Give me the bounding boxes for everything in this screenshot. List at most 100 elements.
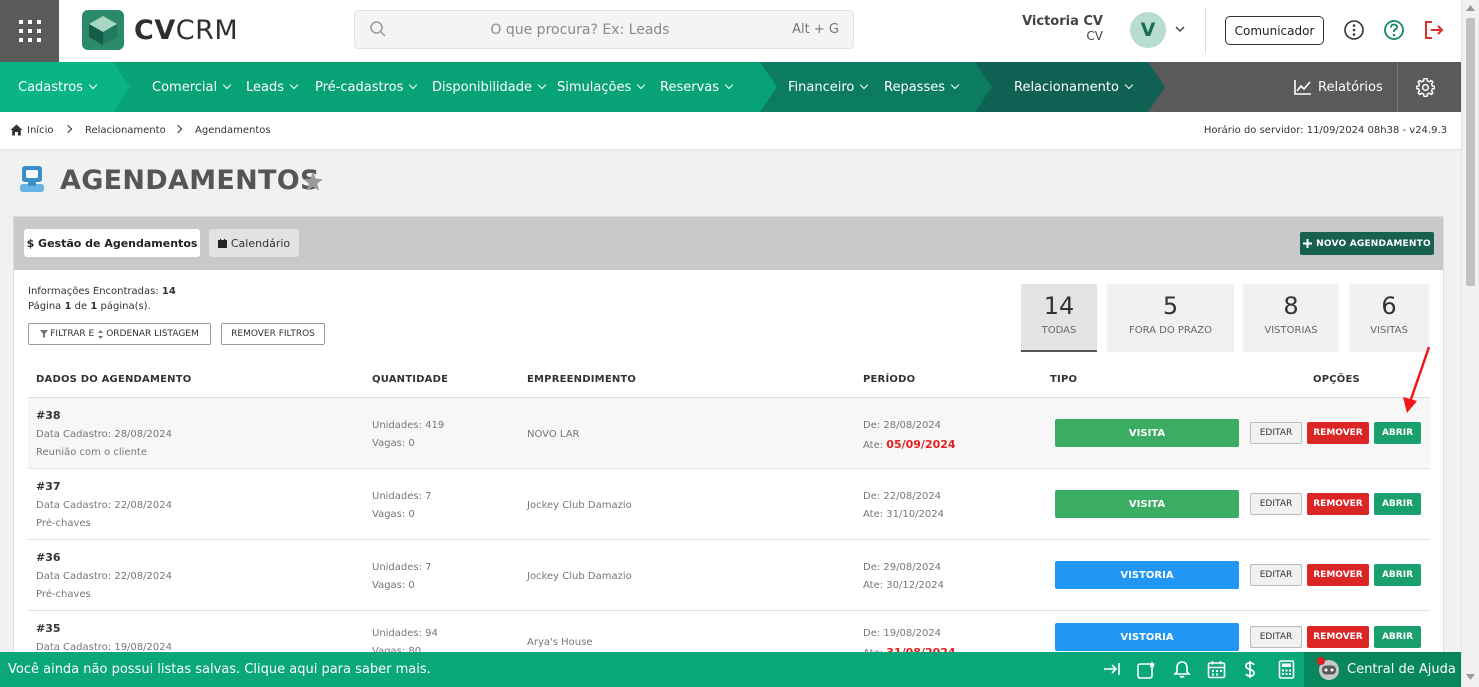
star-list-icon[interactable] bbox=[1137, 660, 1157, 680]
apps-grid-button[interactable] bbox=[0, 0, 59, 62]
open-button[interactable]: ABRIR bbox=[1374, 493, 1421, 515]
open-button[interactable]: ABRIR bbox=[1374, 564, 1421, 586]
user-role: CV bbox=[1086, 29, 1103, 43]
col-header-tipo: TIPO bbox=[1050, 374, 1078, 385]
main-nav: Cadastros Comercial Leads Pré-cadastros … bbox=[0, 62, 1461, 112]
remove-button[interactable]: REMOVER bbox=[1307, 493, 1369, 515]
unidades: Unidades: 7 bbox=[372, 562, 432, 573]
nav-relacionamento[interactable]: Relacionamento bbox=[1014, 62, 1134, 112]
nav-financeiro[interactable]: Financeiro bbox=[788, 62, 869, 112]
tab-calendario[interactable]: Calendário bbox=[209, 229, 299, 257]
periodo-ate-date: 30/12/2024 bbox=[886, 580, 944, 591]
scroll-down-icon[interactable] bbox=[1466, 674, 1475, 680]
pagination-info: Página 1 de 1 página(s). bbox=[28, 301, 151, 312]
breadcrumb: Início Relacionamento Agendamentos Horár… bbox=[0, 112, 1461, 150]
calculator-icon[interactable] bbox=[1278, 660, 1295, 679]
scroll-up-icon[interactable] bbox=[1466, 5, 1475, 11]
periodo-de: De: 29/08/2024 bbox=[863, 562, 942, 573]
search-box[interactable]: Alt + G bbox=[354, 10, 854, 49]
remove-button[interactable]: REMOVER bbox=[1307, 626, 1369, 648]
nav-simulacoes[interactable]: Simulações bbox=[557, 62, 646, 112]
chevron-down-icon[interactable] bbox=[1174, 24, 1186, 34]
more-options-icon[interactable] bbox=[1343, 19, 1365, 41]
stat-value: 5 bbox=[1162, 292, 1179, 320]
nav-cadastros[interactable]: Cadastros bbox=[18, 62, 98, 112]
scrollbar-thumb[interactable] bbox=[1466, 18, 1475, 286]
top-header: CVCRM Alt + G Victoria CV CV V Comunicad… bbox=[0, 0, 1461, 62]
page-title: AGENDAMENTOS bbox=[60, 165, 320, 196]
stat-value: 6 bbox=[1381, 292, 1397, 320]
stat-label: VISTORIAS bbox=[1264, 325, 1318, 336]
filter-icon bbox=[40, 330, 49, 338]
breadcrumb-home[interactable]: Início bbox=[27, 125, 53, 136]
nav-divider bbox=[1397, 62, 1398, 112]
vagas: Vagas: 0 bbox=[372, 509, 415, 520]
logo-text: CVCRM bbox=[134, 14, 239, 46]
stat-value: 8 bbox=[1283, 292, 1299, 320]
results-count: Informações Encontradas: 14 bbox=[28, 286, 176, 297]
remove-filters-button[interactable]: REMOVER FILTROS bbox=[221, 323, 325, 345]
collapse-icon[interactable] bbox=[1102, 660, 1122, 678]
open-button[interactable]: ABRIR bbox=[1374, 626, 1421, 648]
favorite-star-icon[interactable] bbox=[302, 171, 324, 192]
search-input[interactable] bbox=[395, 11, 765, 48]
gear-icon[interactable] bbox=[1416, 78, 1435, 97]
edit-button[interactable]: EDITAR bbox=[1250, 422, 1302, 444]
annotation-arrow-icon bbox=[1403, 346, 1431, 413]
page-scrollbar[interactable] bbox=[1461, 0, 1479, 687]
avatar[interactable]: V bbox=[1130, 12, 1166, 48]
stat-todas[interactable]: 14 TODAS bbox=[1021, 284, 1097, 352]
help-icon[interactable] bbox=[1383, 19, 1405, 41]
agendamento-id[interactable]: #38 bbox=[36, 409, 61, 422]
logo[interactable]: CVCRM bbox=[82, 10, 238, 50]
stat-fora-do-prazo[interactable]: 5 FORA DO PRAZO bbox=[1107, 284, 1234, 352]
logo-mark-icon bbox=[82, 10, 124, 50]
nav-pre-cadastros[interactable]: Pré-cadastros bbox=[315, 62, 418, 112]
stat-visitas[interactable]: 6 VISITAS bbox=[1349, 284, 1429, 352]
data-cadastro: Data Cadastro: 22/08/2024 bbox=[36, 500, 172, 511]
nav-relatorios[interactable]: Relatórios bbox=[1294, 62, 1383, 112]
nav-reservas[interactable]: Reservas bbox=[660, 62, 734, 112]
stat-label: FORA DO PRAZO bbox=[1128, 325, 1213, 336]
saved-lists-message[interactable]: Você ainda não possui listas salvas. Cli… bbox=[8, 662, 431, 677]
edit-button[interactable]: EDITAR bbox=[1250, 626, 1302, 648]
dollar-icon[interactable] bbox=[1243, 660, 1257, 679]
table-row: #36 Data Cadastro: 22/08/2024 Pré-chaves Un… bbox=[28, 540, 1430, 611]
agendamento-id[interactable]: #35 bbox=[36, 622, 61, 635]
edit-button[interactable]: EDITAR bbox=[1250, 493, 1302, 515]
search-icon bbox=[370, 21, 386, 37]
breadcrumb-current: Agendamentos bbox=[195, 125, 271, 136]
col-header-periodo: PERÍODO bbox=[863, 374, 916, 385]
periodo-ate: Ate: 31/10/2024 bbox=[863, 509, 944, 520]
stat-label: VISITAS bbox=[1370, 325, 1408, 336]
calendar-icon[interactable] bbox=[1207, 660, 1226, 679]
edit-button[interactable]: EDITAR bbox=[1250, 564, 1302, 586]
remove-button[interactable]: REMOVER bbox=[1307, 564, 1369, 586]
agendamento-id[interactable]: #36 bbox=[36, 551, 61, 564]
filter-order-button[interactable]: FILTRAR E ORDENAR LISTAGEM bbox=[28, 323, 211, 345]
stat-vistorias[interactable]: 8 VISTORIAS bbox=[1243, 284, 1339, 352]
nav-disponibilidade[interactable]: Disponibilidade bbox=[432, 62, 547, 112]
help-center-button[interactable]: Central de Ajuda bbox=[1304, 652, 1461, 687]
bell-icon[interactable] bbox=[1173, 660, 1191, 679]
logout-icon[interactable] bbox=[1423, 19, 1445, 41]
nav-repasses[interactable]: Repasses bbox=[884, 62, 960, 112]
periodo-ate: Ate: 05/09/2024 bbox=[863, 438, 956, 451]
nav-comercial[interactable]: Comercial bbox=[152, 62, 232, 112]
user-info[interactable]: Victoria CV CV bbox=[1022, 14, 1103, 44]
breadcrumb-section[interactable]: Relacionamento bbox=[85, 125, 166, 136]
remove-button[interactable]: REMOVER bbox=[1307, 422, 1369, 444]
open-button[interactable]: ABRIR bbox=[1374, 422, 1421, 444]
sort-icon bbox=[98, 329, 104, 339]
comunicador-button[interactable]: Comunicador bbox=[1225, 16, 1324, 45]
tab-gestao[interactable]: $ Gestão de Agendamentos bbox=[24, 229, 200, 257]
periodo-ate: Ate: 30/12/2024 bbox=[863, 580, 944, 591]
periodo-ate-date: 05/09/2024 bbox=[886, 438, 956, 451]
novo-agendamento-button[interactable]: NOVO AGENDAMENTO bbox=[1300, 232, 1434, 255]
nav-leads[interactable]: Leads bbox=[246, 62, 299, 112]
home-icon[interactable] bbox=[10, 124, 23, 136]
calendar-icon bbox=[217, 238, 227, 248]
agendamento-id[interactable]: #37 bbox=[36, 480, 61, 493]
empreendimento: Arya's House bbox=[527, 637, 593, 648]
table-row: #38 Data Cadastro: 28/08/2024 Reunião com … bbox=[28, 398, 1430, 469]
